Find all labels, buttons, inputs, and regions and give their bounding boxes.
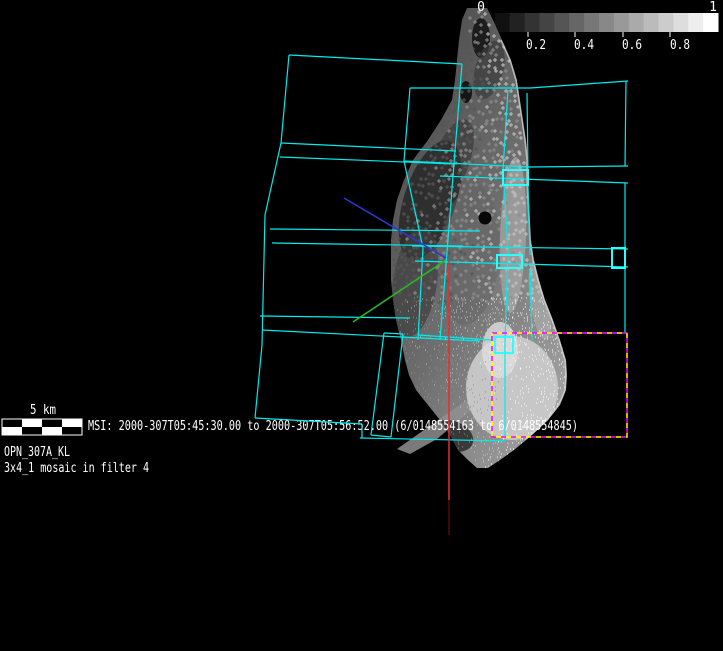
colorbar-step — [584, 13, 600, 32]
footprint-overlap-rect[interactable] — [611, 247, 626, 269]
colorbar-step — [658, 13, 674, 32]
sequence-id-label: OPN_307A_KL — [4, 445, 70, 460]
colorbar-min-label: 0 — [477, 0, 485, 15]
footprint-edge[interactable] — [370, 434, 392, 438]
colorbar-step — [703, 13, 719, 32]
colorbar-step — [509, 13, 526, 32]
colorbar-tick-label-06: 0.6 — [622, 38, 642, 53]
colorbar-step — [599, 13, 615, 32]
footprint-edge[interactable] — [410, 80, 629, 89]
footprint-edge[interactable] — [254, 54, 290, 419]
scale-bar-cell — [62, 427, 82, 435]
mosaic-description-label: 3x4_1 mosaic in filter 4 — [4, 461, 149, 476]
footprint-edge[interactable] — [288, 54, 463, 65]
colorbar-step — [673, 13, 689, 32]
scale-bar-cell — [62, 419, 82, 427]
scale-bar-cell — [2, 419, 22, 427]
colorbar-step — [539, 13, 555, 32]
render-scene: MSI: 2000-307T05:45:30.00 to 2000-307T05… — [1, 0, 719, 535]
colorbar-step — [628, 13, 645, 32]
colorbar-tick-label-02: 0.2 — [526, 38, 546, 53]
colorbar-step — [569, 13, 585, 32]
scale-bar-cell — [2, 427, 22, 435]
scale-bar-cell — [42, 419, 62, 427]
mosaic-planner-canvas[interactable]: MSI: 2000-307T05:45:30.00 to 2000-307T05… — [0, 0, 723, 651]
scale-bar — [1, 418, 83, 436]
scale-bar-cell — [22, 419, 42, 427]
footprint-edge[interactable] — [624, 80, 627, 167]
colorbar-gradient-strip — [480, 13, 719, 32]
colorbar — [480, 13, 719, 37]
colorbar-step — [524, 13, 540, 32]
scale-bar-label: 5 km — [30, 403, 56, 418]
footprint-edge[interactable] — [259, 315, 411, 319]
scale-bar-cell — [42, 427, 62, 435]
colorbar-step — [613, 13, 630, 32]
colorbar-step — [688, 13, 704, 32]
colorbar-tick-label-08: 0.8 — [670, 38, 690, 53]
crater-feature — [478, 211, 492, 225]
scale-bar-cell — [22, 427, 42, 435]
colorbar-step — [494, 13, 511, 32]
colorbar-max-label: 1 — [709, 0, 717, 15]
colorbar-tick-label-04: 0.4 — [574, 38, 594, 53]
footprint-edge[interactable] — [403, 87, 411, 162]
colorbar-step — [643, 13, 659, 32]
colorbar-step — [554, 13, 570, 32]
